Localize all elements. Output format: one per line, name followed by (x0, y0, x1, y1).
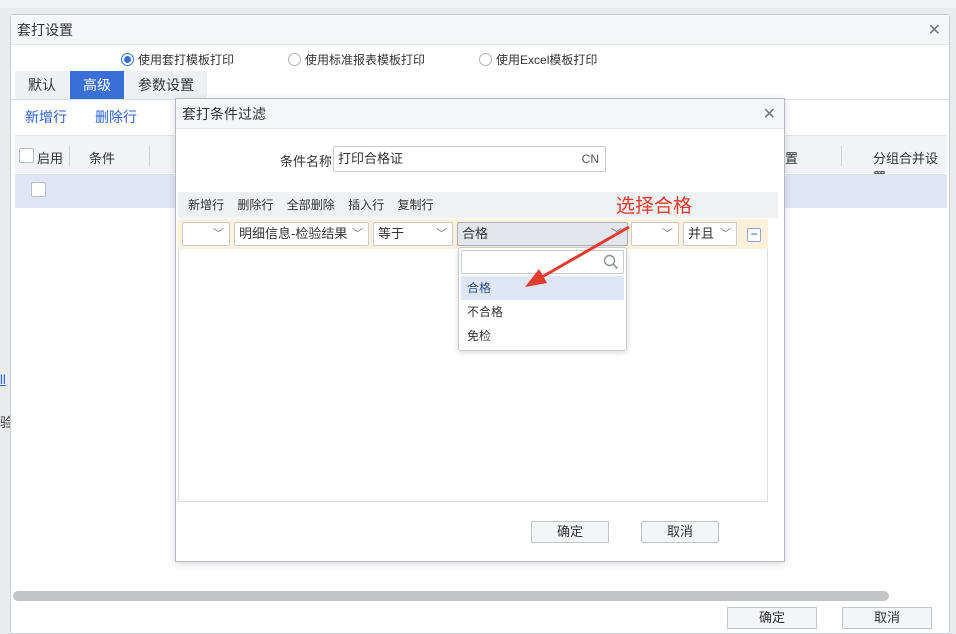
operator-select[interactable]: 等于 ﹀ (373, 222, 453, 246)
select-all-checkbox[interactable] (19, 148, 34, 163)
tab-parameters[interactable]: 参数设置 (125, 71, 207, 99)
delete-row-button[interactable]: 删除行 (237, 198, 273, 212)
radio-dot[interactable] (288, 53, 302, 66)
value-select[interactable]: 合格 ﹀ (457, 222, 628, 246)
confirm-button[interactable]: 确定 (531, 521, 609, 543)
close-bracket-select[interactable]: ﹀ (631, 222, 679, 246)
close-icon[interactable]: ✕ (928, 20, 941, 40)
select-value: 明细信息-检验结果 (239, 226, 348, 241)
dialog-title: 套打设置 (11, 15, 949, 45)
chevron-down-icon: ﹀ (662, 228, 673, 240)
condition-filter-dialog: 套打条件过滤 ✕ 条件名称 打印合格证 CN 新增行 删除行 全部删除 插入行 … (175, 98, 785, 562)
horizontal-scrollbar-thumb[interactable] (13, 591, 889, 601)
delete-row-button[interactable]: 删除行 (95, 107, 137, 127)
condition-name-input[interactable]: 打印合格证 CN (333, 146, 606, 172)
close-icon[interactable]: ✕ (763, 104, 776, 124)
column-setting: 置 (785, 151, 799, 166)
background-strip (0, 0, 956, 8)
copy-row-button[interactable]: 复制行 (397, 198, 433, 212)
value-dropdown: 合格 不合格 免检 (458, 247, 627, 351)
tab-default[interactable]: 默认 (15, 71, 69, 99)
confirm-button[interactable]: 确定 (727, 607, 817, 629)
radio-label: 使用Excel模板打印 (496, 53, 598, 67)
outer-toolbar: 新增行 删除行 (25, 107, 165, 127)
column-condition: 条件 (89, 151, 116, 166)
language-badge[interactable]: CN (582, 147, 599, 171)
chevron-down-icon: ﹀ (436, 228, 447, 240)
cancel-button[interactable]: 取消 (842, 607, 932, 629)
column-enabled: 启用 (37, 151, 64, 166)
chevron-down-icon: ﹀ (213, 228, 224, 240)
radio-excel-template[interactable]: 使用Excel模板打印 (479, 51, 597, 68)
insert-row-button[interactable]: 插入行 (348, 198, 384, 212)
column-separator (69, 146, 70, 166)
column-separator (149, 146, 150, 166)
chevron-down-icon: ﹀ (352, 228, 363, 240)
dropdown-option-exempt[interactable]: 免检 (461, 324, 624, 348)
select-value: 并且 (688, 226, 715, 241)
logic-select[interactable]: 并且 ﹀ (683, 222, 737, 246)
radio-dot-checked[interactable] (121, 53, 134, 66)
tab-advanced[interactable]: 高级 (70, 71, 124, 99)
settings-tabs: 默认 高级 参数设置 (15, 71, 208, 99)
radio-template-print[interactable]: 使用套打模板打印 (121, 51, 234, 68)
print-mode-radio-group: 使用套打模板打印 使用标准报表模板打印 使用Excel模板打印 (121, 51, 651, 68)
condition-row: ﹀ 明细信息-检验结果 ﹀ 等于 ﹀ 合格 ﹀ ﹀ 并且 ﹀ − (178, 219, 768, 249)
remove-row-icon[interactable]: − (747, 228, 761, 242)
add-row-button[interactable]: 新增行 (25, 107, 67, 127)
radio-dot[interactable] (479, 53, 493, 66)
radio-standard-report[interactable]: 使用标准报表模板打印 (288, 51, 425, 68)
delete-all-button[interactable]: 全部删除 (287, 198, 335, 212)
open-bracket-select[interactable]: ﹀ (182, 222, 230, 246)
annotation-text: 选择合格 (616, 196, 693, 217)
column-separator (841, 146, 842, 166)
condition-name-value: 打印合格证 (338, 151, 404, 166)
radio-label: 使用标准报表模板打印 (305, 53, 426, 67)
chevron-down-icon: ﹀ (611, 228, 622, 240)
add-row-button[interactable]: 新增行 (188, 198, 224, 212)
cancel-button[interactable]: 取消 (641, 521, 719, 543)
dropdown-option-qualified[interactable]: 合格 (461, 276, 624, 300)
dialog-title: 套打条件过滤 (176, 99, 784, 129)
select-value: 合格 (462, 226, 489, 241)
select-value: 等于 (378, 226, 405, 241)
field-select[interactable]: 明细信息-检验结果 ﹀ (234, 222, 369, 246)
chevron-down-icon: ﹀ (720, 228, 731, 240)
dropdown-option-unqualified[interactable]: 不合格 (461, 300, 624, 324)
search-icon (603, 254, 619, 270)
condition-name-label: 条件名称 (280, 154, 333, 169)
radio-label: 使用套打模板打印 (138, 53, 235, 67)
row-checkbox[interactable] (31, 182, 46, 197)
background-link[interactable]: ll (0, 372, 6, 387)
dropdown-search-input[interactable] (461, 250, 624, 274)
